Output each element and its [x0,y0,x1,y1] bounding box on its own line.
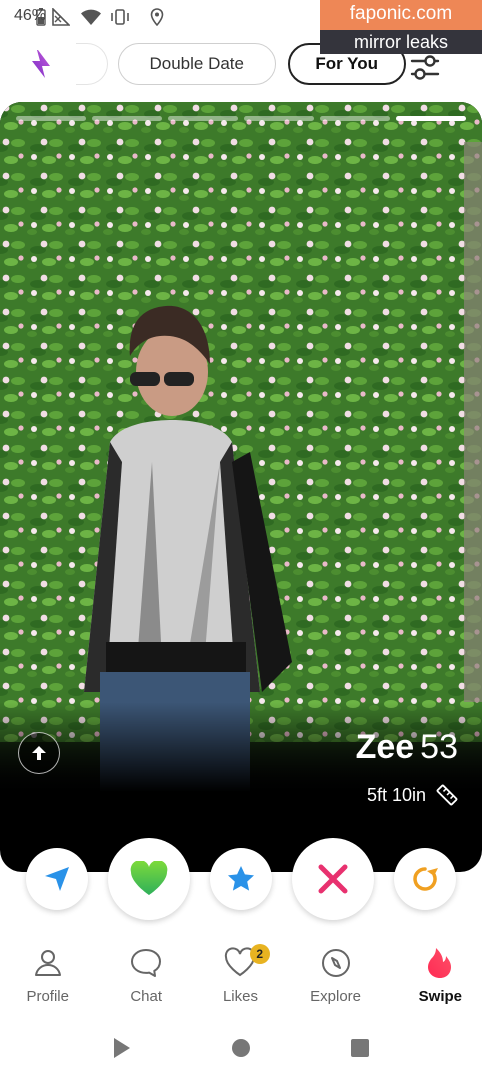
nav-swipe-label: Swipe [418,988,462,1005]
filter-sliders-icon[interactable] [408,50,442,84]
send-arrow-icon [45,867,69,891]
nav-likes[interactable]: 2 Likes [200,940,280,1020]
chat-bubble-icon [131,949,161,977]
watermark-caption: mirror leaks [320,30,482,54]
profile-age: 53 [420,728,458,766]
tab-overflow[interactable] [76,43,108,85]
photo-progress-segment [244,116,314,121]
likes-badge: 2 [250,944,270,964]
action-bar [0,836,482,926]
heart-icon [130,861,168,895]
like-button[interactable] [108,838,190,920]
nav-swipe[interactable]: Swipe [400,940,480,1020]
super-like-button[interactable] [210,848,272,910]
photo-progress-segment [168,116,238,121]
profile-height-value: 5ft 10in [366,784,426,805]
bottom-nav: Swipe Explore 2 Likes Chat Profile [0,940,482,1020]
home-icon[interactable] [231,1038,251,1058]
system-nav-bar [0,1030,482,1070]
wifi-icon [81,9,101,25]
profile-photo [0,102,482,792]
boost-send-button[interactable] [26,848,88,910]
star-icon [228,866,254,891]
nav-chat-label: Chat [130,988,162,1005]
battery-percent: 46% [14,7,47,24]
mirrored-screen: 46% For You Double Date Zee 53 5ft 10in … [0,0,482,1080]
nav-explore[interactable]: Explore [296,940,376,1020]
photo-progress [16,116,466,121]
photo-progress-segment [320,116,390,121]
tab-double-date-label: Double Date [149,54,245,73]
vibrate-icon [111,9,129,25]
ruler-icon [436,784,458,806]
rewind-icon [413,867,438,891]
person-icon [35,950,61,976]
profile-height: 5ft 10in [367,784,458,806]
watermark-site: faponic.com [320,0,482,30]
recents-icon[interactable] [350,1038,370,1058]
arrow-up-icon [32,746,46,760]
app-screen: 46% For You Double Date Zee 53 5ft 10in … [0,0,482,1080]
profile-name: Zee [355,728,415,766]
nope-button[interactable] [292,838,374,920]
photo-progress-segment [396,116,466,121]
tab-for-you-label: For You [315,54,379,73]
location-icon [150,8,164,26]
photo-progress-segment [92,116,162,121]
compass-icon [322,949,350,977]
rewind-button[interactable] [394,848,456,910]
profile-card[interactable]: Zee 53 5ft 10in [0,102,482,872]
nav-profile[interactable]: Profile [8,940,88,1020]
tab-double-date[interactable]: Double Date [118,43,276,85]
boost-bolt-icon[interactable] [24,48,56,80]
photo-progress-segment [16,116,86,121]
x-icon [318,864,348,894]
back-icon[interactable] [112,1037,132,1059]
profile-name-age: Zee 53 [356,728,458,767]
nav-likes-label: Likes [222,988,258,1005]
nav-chat[interactable]: Chat [106,940,186,1020]
nav-explore-label: Explore [310,988,362,1005]
no-sim-icon [52,8,70,26]
expand-profile-button[interactable] [18,732,60,774]
flame-icon [428,948,451,978]
nav-profile-label: Profile [26,988,70,1005]
